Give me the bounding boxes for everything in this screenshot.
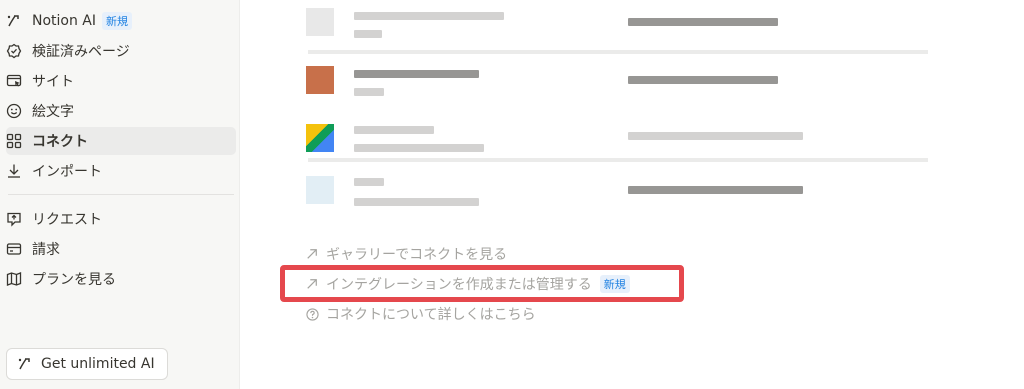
sidebar: Notion AI 新規 検証済みページ サイト 絵文字 コネクト インポート	[0, 0, 240, 389]
link-label: ギャラリーでコネクトを見る	[326, 247, 508, 263]
group-separator	[308, 158, 928, 162]
get-ai-label: Get unlimited AI	[41, 356, 155, 372]
sidebar-item-verified-pages[interactable]: 検証済みページ	[6, 37, 236, 65]
google-drive-icon	[306, 124, 334, 152]
highlight-annotation	[280, 265, 684, 302]
sidebar-item-label: Notion AI	[32, 13, 97, 29]
sidebar-item-label: 絵文字	[32, 104, 74, 120]
sidebar-item-label: プランを見る	[32, 272, 116, 288]
redacted-owner	[628, 186, 803, 194]
sidebar-item-emoji[interactable]: 絵文字	[6, 97, 236, 125]
connection-row[interactable]	[306, 62, 906, 118]
sidebar-item-label: 請求	[32, 242, 60, 258]
browse-gallery-link[interactable]: ギャラリーでコネクトを見る	[306, 242, 507, 266]
notion-ai-icon	[17, 356, 33, 372]
redacted-owner	[628, 132, 803, 140]
verified-badge-icon	[6, 43, 22, 59]
request-icon	[6, 211, 22, 227]
credit-card-icon	[6, 241, 22, 257]
redacted-owner	[628, 76, 778, 84]
download-icon	[6, 163, 22, 179]
notion-ai-icon	[6, 13, 22, 29]
sidebar-item-label: 検証済みページ	[32, 44, 130, 60]
smiley-icon	[6, 103, 22, 119]
redacted-name	[354, 12, 504, 20]
redacted-detail	[354, 198, 479, 206]
connections-panel: ギャラリーでコネクトを見る インテグレーションを作成または管理する 新規 コネク…	[240, 0, 1024, 389]
get-unlimited-ai-button[interactable]: Get unlimited AI	[6, 348, 168, 380]
redacted-name	[354, 70, 479, 78]
sidebar-item-import[interactable]: インポート	[6, 157, 236, 185]
sidebar-item-connect[interactable]: コネクト	[6, 127, 236, 155]
link-label: コネクトについて詳しくはこちら	[326, 307, 536, 323]
sidebar-item-label: コネクト	[32, 134, 88, 150]
connection-logo	[306, 66, 334, 94]
sidebar-item-label: インポート	[32, 164, 102, 180]
question-circle-icon	[306, 307, 320, 321]
group-separator	[308, 50, 928, 54]
grid-icon	[6, 133, 22, 149]
sidebar-item-plans[interactable]: プランを見る	[6, 265, 236, 293]
redacted-owner	[628, 18, 778, 26]
connection-row[interactable]	[306, 118, 906, 174]
redacted-detail	[354, 144, 484, 152]
redacted-detail	[354, 30, 382, 38]
new-badge: 新規	[102, 12, 133, 30]
connection-row[interactable]	[306, 170, 906, 226]
sidebar-item-notion-ai[interactable]: Notion AI 新規	[6, 7, 236, 35]
map-icon	[6, 271, 22, 287]
sidebar-item-request[interactable]: リクエスト	[6, 205, 236, 233]
arrow-up-right-icon	[306, 248, 320, 260]
sidebar-divider	[8, 194, 234, 195]
connection-logo	[306, 176, 334, 204]
sidebar-item-billing[interactable]: 請求	[6, 235, 236, 263]
redacted-detail	[354, 88, 384, 96]
redacted-name	[354, 126, 434, 134]
sidebar-item-label: サイト	[32, 74, 74, 90]
connection-logo	[306, 8, 334, 36]
redacted-name	[354, 178, 384, 186]
learn-about-connections-link[interactable]: コネクトについて詳しくはこちら	[306, 302, 536, 326]
sidebar-item-label: リクエスト	[32, 212, 102, 228]
site-cursor-icon	[6, 73, 22, 89]
sidebar-item-sites[interactable]: サイト	[6, 67, 236, 95]
